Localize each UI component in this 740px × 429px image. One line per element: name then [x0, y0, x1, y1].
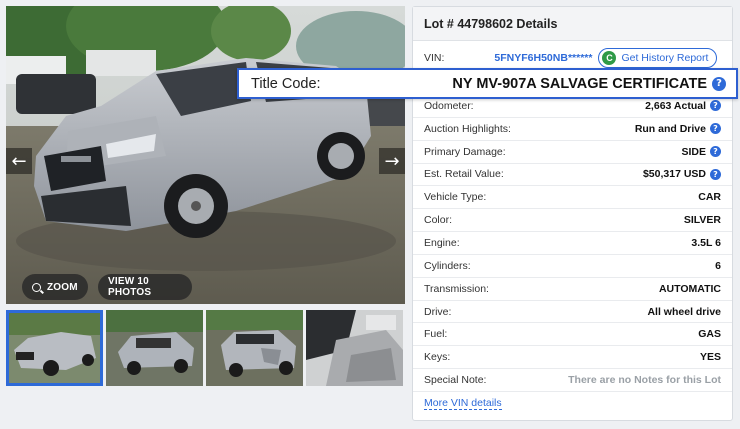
thumbnail-image	[6, 310, 103, 386]
chevron-right-icon[interactable]: →	[379, 148, 405, 174]
detail-value: CAR	[698, 191, 721, 203]
history-button-label: Get History Report	[621, 51, 709, 64]
detail-value: $50,317 USD?	[643, 168, 721, 180]
detail-value: 6	[715, 260, 721, 272]
detail-value-text: CAR	[698, 191, 721, 204]
help-icon[interactable]: ?	[712, 76, 726, 91]
detail-value-text: YES	[699, 351, 721, 364]
detail-value: All wheel drive	[647, 306, 721, 318]
detail-value: 2,663 Actual?	[645, 100, 721, 112]
detail-value-text: 2,663 Actual	[645, 99, 706, 112]
panel-title: Lot # 44798602 Details	[413, 7, 732, 41]
detail-value-text: 3.5L 6	[691, 236, 721, 249]
thumbnail-image	[306, 310, 403, 386]
detail-value: Run and Drive?	[635, 123, 721, 135]
magnifier-icon	[32, 282, 41, 292]
detail-label: Vehicle Type:	[424, 191, 487, 204]
vin-value[interactable]: 5FNYF6H50NB******	[494, 52, 592, 64]
detail-row: Keys: YES	[413, 346, 732, 370]
title-code-label: Title Code:	[251, 75, 321, 92]
detail-value: GAS	[698, 328, 721, 340]
detail-value: There are no Notes for this Lot	[568, 374, 721, 386]
detail-value-text: Run and Drive	[634, 122, 706, 135]
detail-label: Est. Retail Value:	[424, 168, 504, 181]
detail-row: Cylinders: 6	[413, 255, 732, 278]
detail-value: SIDE?	[681, 146, 721, 158]
detail-label: Primary Damage:	[424, 145, 506, 158]
help-icon[interactable]: ?	[710, 146, 721, 158]
detail-label: Drive:	[424, 305, 452, 318]
detail-value-text: 6	[715, 259, 721, 272]
detail-label: Keys:	[424, 351, 451, 364]
detail-row: Color: SILVER	[413, 209, 732, 233]
detail-label: Fuel:	[424, 328, 448, 341]
view-photos-button[interactable]: VIEW 10 PHOTOS	[98, 274, 192, 300]
help-icon[interactable]: ?	[710, 100, 721, 112]
detail-value-text: GAS	[698, 328, 721, 341]
view-photos-label: VIEW 10 PHOTOS	[108, 276, 152, 298]
detail-label: Color:	[424, 214, 453, 227]
main-vehicle-photo[interactable]: ← → ZOOM VIEW 10 PHOTOS	[6, 6, 405, 304]
more-vin-details-link[interactable]: More VIN details	[424, 397, 502, 410]
zoom-button-label: ZOOM	[47, 281, 78, 293]
thumbnail-3[interactable]	[206, 310, 303, 386]
thumbnail-strip	[6, 310, 405, 386]
vehicle-photo-image	[6, 6, 405, 304]
chevron-left-icon[interactable]: ←	[6, 148, 32, 174]
help-icon[interactable]: ?	[710, 123, 721, 135]
detail-value: SILVER	[684, 214, 721, 226]
title-code-value: NY MV-907A SALVAGE CERTIFICATE	[452, 75, 707, 92]
detail-value-text: SILVER	[683, 214, 721, 227]
carfax-icon: C	[602, 50, 617, 65]
detail-row: Est. Retail Value: $50,317 USD?	[413, 164, 732, 187]
detail-label: Engine:	[424, 236, 460, 249]
detail-rows: Odometer: 2,663 Actual? Auction Highlights…	[413, 95, 732, 392]
title-code-highlight: Title Code: NY MV-907A SALVAGE CERTIFICA…	[237, 68, 738, 99]
thumbnail-image	[106, 310, 203, 386]
detail-row: Primary Damage: SIDE?	[413, 141, 732, 164]
detail-value: 3.5L 6	[691, 237, 721, 249]
detail-row: Vehicle Type: CAR	[413, 186, 732, 210]
detail-row: Drive: All wheel drive	[413, 301, 732, 324]
detail-label: Special Note:	[424, 374, 487, 387]
detail-row: Fuel: GAS	[413, 323, 732, 347]
thumbnail-2[interactable]	[106, 310, 203, 386]
detail-row: Auction Highlights: Run and Drive?	[413, 118, 732, 141]
thumbnail-4[interactable]	[306, 310, 403, 386]
detail-label: Cylinders:	[424, 259, 471, 272]
help-icon[interactable]: ?	[710, 168, 721, 180]
detail-value-text: All wheel drive	[647, 305, 721, 318]
detail-value-text: $50,317 USD	[642, 168, 706, 181]
detail-label: Transmission:	[424, 282, 489, 295]
detail-value: AUTOMATIC	[659, 283, 721, 295]
detail-value-text: There are no Notes for this Lot	[568, 374, 721, 387]
detail-label: Odometer:	[424, 99, 474, 112]
thumbnail-1[interactable]	[6, 310, 103, 386]
get-history-report-button[interactable]: C Get History Report	[598, 47, 718, 68]
thumbnail-image	[206, 310, 303, 386]
detail-row: Transmission: AUTOMATIC	[413, 278, 732, 301]
detail-row: Engine: 3.5L 6	[413, 232, 732, 255]
detail-value-text: AUTOMATIC	[658, 282, 721, 295]
zoom-button[interactable]: ZOOM	[22, 274, 88, 300]
vin-label: VIN:	[424, 51, 445, 64]
detail-value: YES	[700, 351, 721, 363]
detail-label: Auction Highlights:	[424, 122, 511, 135]
detail-row: Special Note: There are no Notes for this…	[413, 369, 732, 392]
detail-value-text: SIDE	[681, 145, 706, 158]
